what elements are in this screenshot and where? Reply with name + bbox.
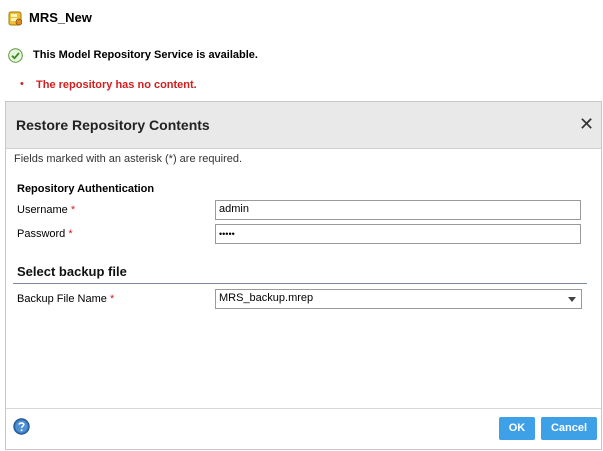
database-service-icon (8, 11, 22, 26)
ok-button[interactable]: OK (499, 417, 535, 440)
footer-divider (6, 408, 601, 409)
required-asterisk: * (109, 293, 115, 305)
required-fields-note: Fields marked with an asterisk (*) are r… (14, 153, 243, 165)
backup-file-label: Backup File Name * (17, 293, 114, 305)
section-divider (13, 283, 587, 284)
required-asterisk: * (70, 204, 76, 216)
password-label-text: Password (17, 228, 66, 240)
restore-dialog: Restore Repository Contents ✕ Fields mar… (5, 101, 602, 450)
password-field[interactable]: ••••• (215, 224, 581, 244)
chevron-down-icon[interactable] (568, 297, 576, 302)
required-asterisk: * (68, 228, 73, 240)
password-label: Password * (17, 228, 73, 240)
username-label: Username * (17, 204, 75, 216)
service-name: MRS_New (29, 10, 92, 25)
availability-status: This Model Repository Service is availab… (33, 49, 258, 61)
help-icon[interactable] (13, 418, 30, 435)
dialog-titlebar: Restore Repository Contents ✕ (6, 102, 601, 149)
backup-file-selected-value: MRS_backup.mrep (219, 292, 314, 304)
close-icon[interactable]: ✕ (579, 115, 594, 133)
cancel-button[interactable]: Cancel (541, 417, 597, 440)
username-field[interactable]: admin (215, 200, 581, 220)
backup-section-heading: Select backup file (17, 264, 127, 279)
dialog-title: Restore Repository Contents (16, 117, 210, 133)
username-label-text: Username (17, 204, 68, 216)
error-bullet: • (20, 78, 24, 90)
backup-file-label-text: Backup File Name (17, 293, 107, 305)
check-circle-icon (8, 48, 23, 63)
repository-error-message: The repository has no content. (36, 79, 197, 91)
auth-section-heading: Repository Authentication (17, 183, 155, 195)
backup-file-select[interactable]: MRS_backup.mrep (215, 289, 582, 309)
